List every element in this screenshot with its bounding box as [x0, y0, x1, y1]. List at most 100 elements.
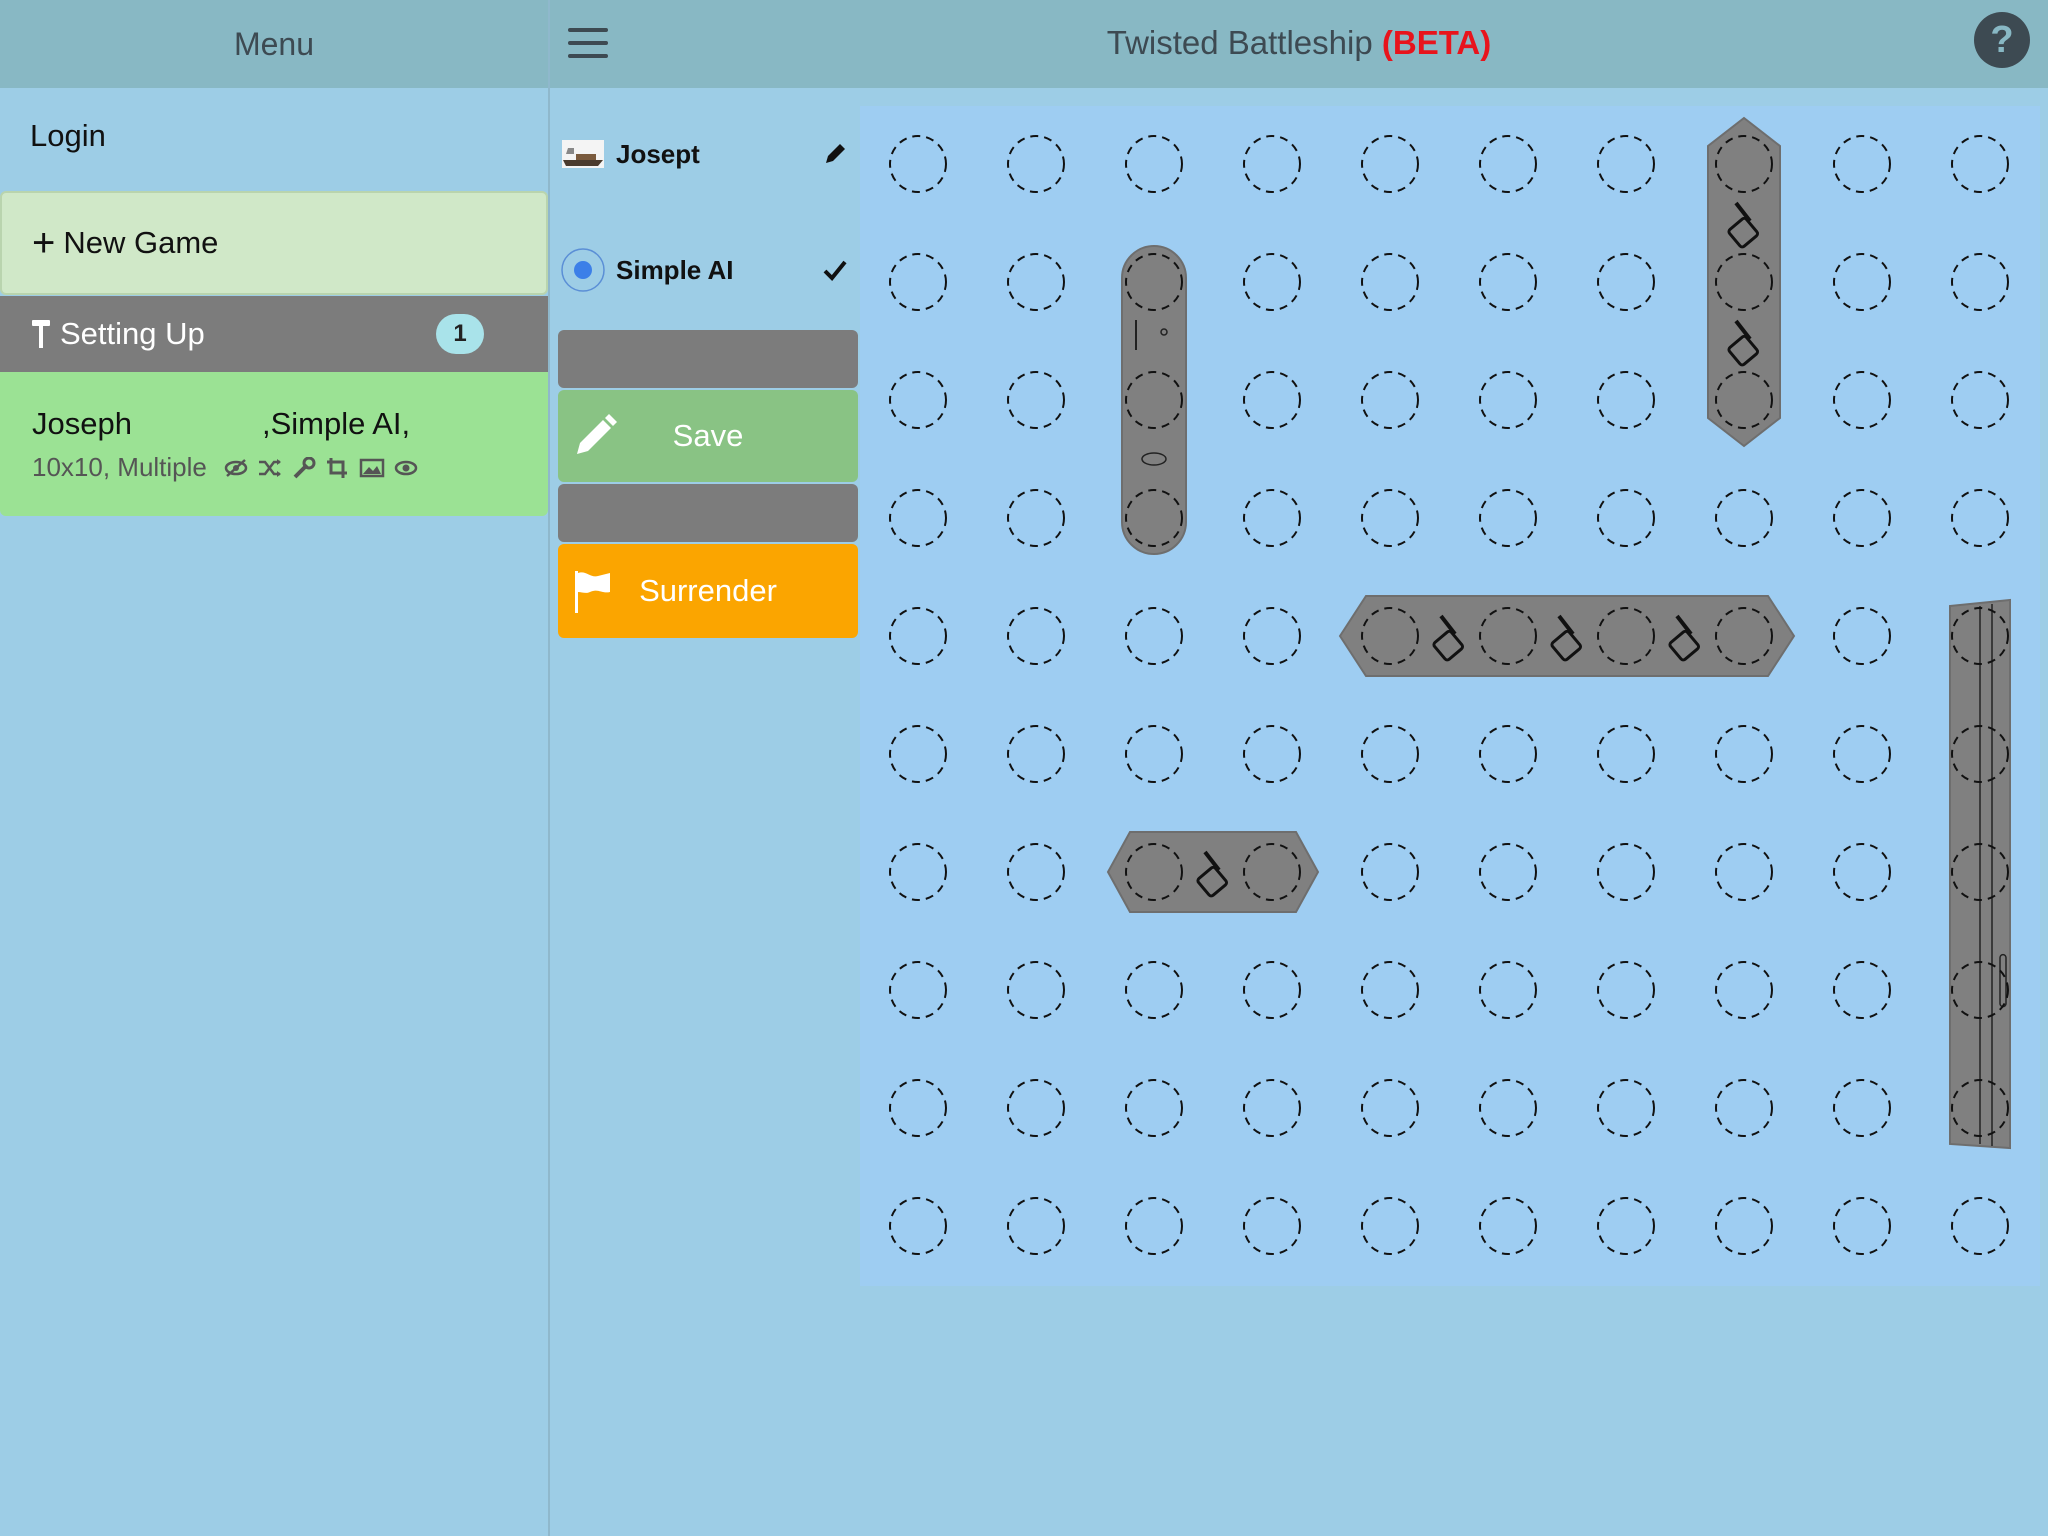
- setting-up-section[interactable]: Setting Up 1: [0, 296, 548, 372]
- board-cell[interactable]: [1715, 961, 1773, 1019]
- board-cell[interactable]: [889, 961, 947, 1019]
- board-cell[interactable]: [1951, 135, 2009, 193]
- board-cell[interactable]: [1597, 843, 1655, 901]
- board-cell[interactable]: [1243, 1197, 1301, 1255]
- board-cell[interactable]: [1479, 371, 1537, 429]
- board-cell[interactable]: [1833, 253, 1891, 311]
- board-cell[interactable]: [889, 253, 947, 311]
- board-cell[interactable]: [1597, 371, 1655, 429]
- board-cell[interactable]: [1361, 843, 1419, 901]
- board-grid[interactable]: [860, 106, 2040, 1286]
- board-cell[interactable]: [1361, 725, 1419, 783]
- board-cell[interactable]: [1951, 489, 2009, 547]
- ship-vertical-col10[interactable]: [1949, 598, 2011, 1150]
- board-cell[interactable]: [1951, 1197, 2009, 1255]
- board-cell[interactable]: [1833, 489, 1891, 547]
- board-cell[interactable]: [1007, 961, 1065, 1019]
- board-cell[interactable]: [1125, 607, 1183, 665]
- ship-horizontal-row5[interactable]: [1338, 595, 1796, 677]
- board-cell[interactable]: [1243, 489, 1301, 547]
- board-cell[interactable]: [1125, 135, 1183, 193]
- board-cell[interactable]: [1479, 489, 1537, 547]
- board-cell[interactable]: [1833, 725, 1891, 783]
- board-cell[interactable]: [1007, 607, 1065, 665]
- board-cell[interactable]: [1361, 961, 1419, 1019]
- board-cell[interactable]: [889, 1197, 947, 1255]
- board-cell[interactable]: [1479, 1079, 1537, 1137]
- board-cell[interactable]: [1715, 1079, 1773, 1137]
- game-board[interactable]: [860, 106, 2040, 1286]
- board-cell[interactable]: [1007, 371, 1065, 429]
- board-cell[interactable]: [1479, 725, 1537, 783]
- board-cell[interactable]: [1361, 253, 1419, 311]
- board-cell[interactable]: [889, 489, 947, 547]
- player-row-1[interactable]: Josept: [560, 124, 850, 184]
- save-button[interactable]: Save: [558, 390, 858, 482]
- board-cell[interactable]: [1243, 253, 1301, 311]
- board-cell[interactable]: [1007, 1079, 1065, 1137]
- board-cell[interactable]: [1243, 1079, 1301, 1137]
- board-cell[interactable]: [1243, 607, 1301, 665]
- board-cell[interactable]: [1361, 371, 1419, 429]
- board-cell[interactable]: [1479, 253, 1537, 311]
- board-cell[interactable]: [1597, 1197, 1655, 1255]
- board-cell[interactable]: [1243, 135, 1301, 193]
- board-cell[interactable]: [1007, 135, 1065, 193]
- board-cell[interactable]: [1479, 843, 1537, 901]
- board-cell[interactable]: [1007, 253, 1065, 311]
- help-button[interactable]: ?: [1974, 12, 2030, 68]
- ship-horizontal-row7[interactable]: [1106, 831, 1320, 913]
- board-cell[interactable]: [1361, 489, 1419, 547]
- board-cell[interactable]: [1833, 371, 1891, 429]
- board-cell[interactable]: [1715, 1197, 1773, 1255]
- board-cell[interactable]: [1125, 725, 1183, 783]
- board-cell[interactable]: [1833, 135, 1891, 193]
- board-cell[interactable]: [1361, 1079, 1419, 1137]
- board-cell[interactable]: [1243, 725, 1301, 783]
- board-cell[interactable]: [1833, 843, 1891, 901]
- board-cell[interactable]: [1479, 135, 1537, 193]
- board-cell[interactable]: [1833, 1197, 1891, 1255]
- board-cell[interactable]: [1125, 961, 1183, 1019]
- board-cell[interactable]: [1007, 489, 1065, 547]
- ship-vertical-col8[interactable]: [1707, 116, 1781, 448]
- ship-vertical-col3[interactable]: [1121, 245, 1187, 555]
- board-cell[interactable]: [1597, 725, 1655, 783]
- board-cell[interactable]: [1597, 253, 1655, 311]
- board-cell[interactable]: [889, 725, 947, 783]
- board-cell[interactable]: [1833, 1079, 1891, 1137]
- board-cell[interactable]: [1243, 371, 1301, 429]
- board-cell[interactable]: [1007, 1197, 1065, 1255]
- board-cell[interactable]: [889, 607, 947, 665]
- board-cell[interactable]: [1007, 725, 1065, 783]
- board-cell[interactable]: [889, 1079, 947, 1137]
- board-cell[interactable]: [889, 371, 947, 429]
- board-cell[interactable]: [1833, 961, 1891, 1019]
- board-cell[interactable]: [889, 135, 947, 193]
- board-cell[interactable]: [1479, 961, 1537, 1019]
- surrender-button[interactable]: Surrender: [558, 544, 858, 638]
- board-cell[interactable]: [1715, 843, 1773, 901]
- board-cell[interactable]: [1597, 135, 1655, 193]
- login-link[interactable]: Login: [30, 118, 106, 154]
- board-cell[interactable]: [1833, 607, 1891, 665]
- board-cell[interactable]: [1007, 843, 1065, 901]
- board-cell[interactable]: [1479, 1197, 1537, 1255]
- board-cell[interactable]: [1361, 1197, 1419, 1255]
- board-cell[interactable]: [1361, 135, 1419, 193]
- board-cell[interactable]: [889, 843, 947, 901]
- board-cell[interactable]: [1715, 725, 1773, 783]
- board-cell[interactable]: [1951, 371, 2009, 429]
- action-button-blank-2[interactable]: [558, 484, 858, 542]
- board-cell[interactable]: [1715, 489, 1773, 547]
- board-cell[interactable]: [1125, 1079, 1183, 1137]
- board-cell[interactable]: [1597, 1079, 1655, 1137]
- board-cell[interactable]: [1125, 1197, 1183, 1255]
- game-list-item[interactable]: Joseph ,Simple AI, 10x10, Multiple: [0, 372, 548, 516]
- player-row-2[interactable]: Simple AI: [560, 240, 850, 300]
- board-cell[interactable]: [1951, 253, 2009, 311]
- board-cell[interactable]: [1597, 961, 1655, 1019]
- new-game-button[interactable]: + New Game: [0, 191, 548, 295]
- board-cell[interactable]: [1243, 961, 1301, 1019]
- action-button-blank-1[interactable]: [558, 330, 858, 388]
